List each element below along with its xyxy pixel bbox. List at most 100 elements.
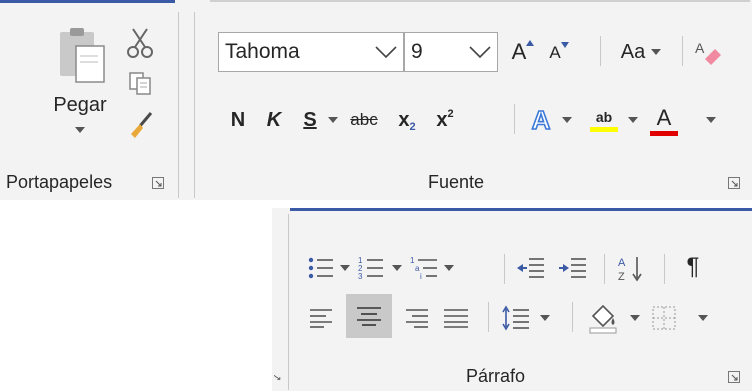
change-case-button[interactable]: Aa <box>612 34 670 70</box>
italic-button[interactable]: K <box>260 102 288 138</box>
clipboard-group-label: Portapapeles <box>6 172 113 192</box>
font-name-chevron-down-icon[interactable] <box>369 33 403 71</box>
font-sep-1 <box>600 36 601 66</box>
font-name-combo[interactable]: Tahoma <box>218 32 404 72</box>
underline-dropdown-icon[interactable] <box>328 117 338 123</box>
font-size-chevron-down-icon[interactable] <box>463 33 497 71</box>
bold-label: N <box>230 108 246 131</box>
paragraph-launcher-icon[interactable] <box>728 371 740 383</box>
superscript-button[interactable]: x2 <box>430 102 460 138</box>
grow-font-icon: A <box>511 39 527 64</box>
shrink-font-button[interactable]: A <box>544 36 574 70</box>
font-launcher-icon[interactable] <box>728 177 740 189</box>
font-color-dropdown-icon[interactable] <box>706 117 716 123</box>
paragraph-sep-3 <box>664 254 665 284</box>
paste-button[interactable]: Pegar <box>40 26 120 156</box>
font-color-icon: A <box>656 104 672 130</box>
align-center-button[interactable] <box>346 294 392 338</box>
numbering-dropdown-icon[interactable] <box>392 265 402 271</box>
format-painter-button[interactable] <box>120 108 160 142</box>
sort-button[interactable]: A Z <box>614 252 648 284</box>
paste-icon <box>60 28 105 83</box>
font-sep-2 <box>682 36 683 66</box>
font-size-value: 9 <box>411 40 423 63</box>
clipboard-launcher-icon[interactable] <box>152 177 164 189</box>
paragraph-sep-4 <box>488 302 489 332</box>
bullets-button[interactable] <box>306 252 336 284</box>
increase-indent-button[interactable] <box>556 252 590 284</box>
highlight-button[interactable]: ab <box>586 100 622 140</box>
change-case-dropdown-icon <box>651 49 662 55</box>
grow-caret-icon <box>526 40 535 46</box>
highlight-color-bar <box>590 126 618 132</box>
copy-button[interactable] <box>122 66 158 100</box>
line-spacing-button[interactable] <box>498 300 534 336</box>
multilevel-dropdown-icon[interactable] <box>444 265 454 271</box>
subscript-label: x <box>398 108 410 131</box>
grow-font-button[interactable]: A <box>506 34 540 70</box>
highlight-icon: ab <box>595 108 613 125</box>
shrink-caret-icon <box>560 42 569 48</box>
numbered-list-icon: 1 2 3 <box>358 256 383 281</box>
shrink-font-icon: A <box>549 43 561 62</box>
line-spacing-dropdown-icon[interactable] <box>540 315 550 321</box>
font-color-bar <box>650 130 678 136</box>
svg-text:Z: Z <box>618 271 625 282</box>
borders-dropdown-icon[interactable] <box>698 315 708 321</box>
text-effects-button[interactable]: A <box>524 102 558 138</box>
font-size-combo[interactable]: 9 <box>404 32 498 72</box>
show-marks-button[interactable]: ¶ <box>676 250 710 284</box>
sort-az-icon: A Z <box>618 257 642 282</box>
superscript-label: x <box>436 108 448 131</box>
bullet-list-icon <box>308 257 333 279</box>
subscript-mark-icon: 2 <box>409 121 416 133</box>
bullets-dropdown-icon[interactable] <box>340 265 350 271</box>
font-group-label: Fuente <box>428 172 485 192</box>
align-right-icon <box>406 309 428 328</box>
change-case-icon: Aa <box>620 40 646 63</box>
multilevel-list-button[interactable]: 1 a i <box>408 252 440 284</box>
scissors-icon <box>127 28 153 58</box>
clear-formatting-button[interactable]: A <box>690 34 726 70</box>
highlight-dropdown-icon[interactable] <box>628 117 638 123</box>
ribbon-top-accent <box>0 0 175 3</box>
shading-dropdown-icon[interactable] <box>630 315 640 321</box>
paintbrush-icon <box>131 112 153 138</box>
ribbon-top-accent-right <box>210 0 750 2</box>
pilcrow-icon: ¶ <box>686 253 700 280</box>
decrease-indent-icon <box>517 258 544 278</box>
text-effects-icon: A <box>531 104 551 136</box>
borders-icon <box>652 306 676 330</box>
italic-label: K <box>266 108 282 131</box>
underline-button[interactable]: S <box>296 102 324 138</box>
text-effects-dropdown-icon[interactable] <box>562 117 572 123</box>
font-sep-3 <box>514 104 515 134</box>
svg-text:i: i <box>420 272 422 281</box>
cut-button[interactable] <box>122 26 158 60</box>
svg-text:3: 3 <box>358 272 363 281</box>
bold-button[interactable]: N <box>224 102 252 138</box>
increase-indent-icon <box>559 258 586 278</box>
paint-bucket-icon <box>589 304 617 334</box>
align-right-button[interactable] <box>398 300 434 336</box>
copy-icon <box>129 72 151 95</box>
strikethrough-button[interactable]: abc <box>344 102 384 138</box>
superscript-mark-icon: 2 <box>447 108 454 120</box>
justify-button[interactable] <box>438 300 474 336</box>
subscript-button[interactable]: x2 <box>392 102 422 138</box>
paragraph-left-divider <box>288 214 289 390</box>
underline-label: S <box>303 108 317 131</box>
justify-icon <box>444 309 468 328</box>
font-color-button[interactable]: A <box>646 100 682 140</box>
paste-dropdown-icon <box>75 127 85 133</box>
paragraph-sep-1 <box>504 254 505 284</box>
decrease-indent-button[interactable] <box>514 252 548 284</box>
align-left-button[interactable] <box>304 300 340 336</box>
align-left-icon <box>310 309 332 328</box>
shading-button[interactable] <box>584 298 622 338</box>
ribbon-paragraph-accent <box>290 208 752 211</box>
numbering-button[interactable]: 1 2 3 <box>356 252 386 284</box>
paragraph-left-launcher-icon[interactable] <box>274 371 284 383</box>
paste-label: Pegar <box>53 94 107 116</box>
borders-button[interactable] <box>646 300 682 336</box>
